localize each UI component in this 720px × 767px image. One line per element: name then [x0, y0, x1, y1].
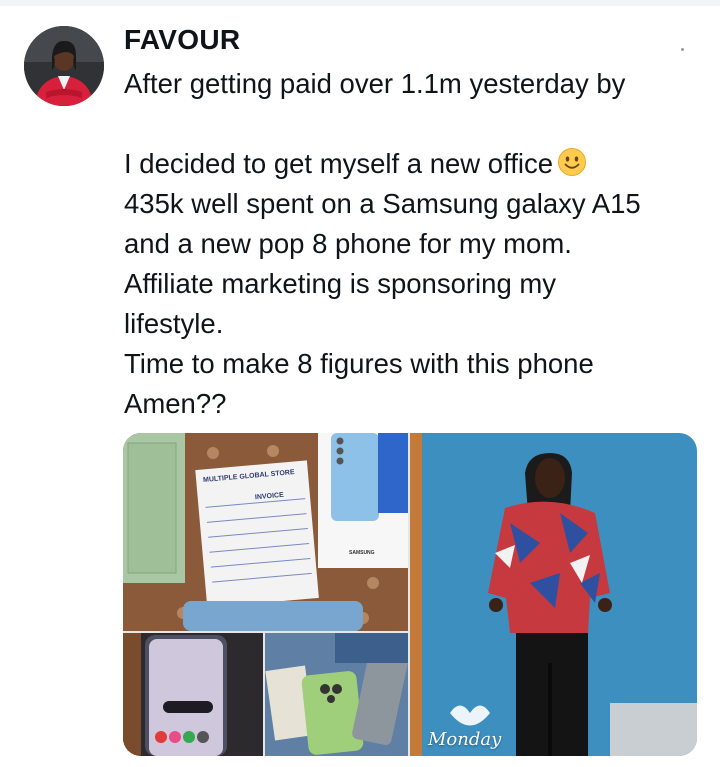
- slightly-smiling-face-icon: [557, 147, 587, 177]
- box-brand: SAMSUNG: [349, 550, 375, 556]
- photo-caption: Monday: [428, 729, 502, 750]
- photo-receipt-box[interactable]: MULTIPLE GLOBAL STORE INVOICE SAMSUNG: [123, 433, 408, 631]
- post-line: I decided to get myself a new office: [124, 144, 699, 184]
- post-line: Amen??: [124, 388, 227, 419]
- post-line: After getting paid over 1.1m yesterday b…: [124, 68, 626, 99]
- post-text: After getting paid over 1.1m yesterday b…: [124, 64, 699, 424]
- photo-phone-screen[interactable]: [123, 633, 263, 756]
- media-grid[interactable]: MULTIPLE GLOBAL STORE INVOICE SAMSUNG Mo…: [123, 433, 697, 756]
- photo-phones-fabric[interactable]: [265, 633, 408, 756]
- author-name[interactable]: FAVOUR: [124, 24, 240, 56]
- post-line: and a new pop 8 phone for my mom.: [124, 228, 572, 259]
- post-line-blank: [124, 104, 699, 144]
- more-dot: [681, 48, 684, 51]
- post-line: Time to make 8 figures with this phone: [124, 348, 594, 379]
- author-avatar[interactable]: [24, 26, 104, 106]
- photo-person[interactable]: Monday: [410, 433, 697, 756]
- post-line: lifestyle.: [124, 308, 224, 339]
- post-line: 435k well spent on a Samsung galaxy A15: [124, 188, 641, 219]
- top-divider: [0, 0, 720, 6]
- post-line: Affiliate marketing is sponsoring my: [124, 268, 557, 299]
